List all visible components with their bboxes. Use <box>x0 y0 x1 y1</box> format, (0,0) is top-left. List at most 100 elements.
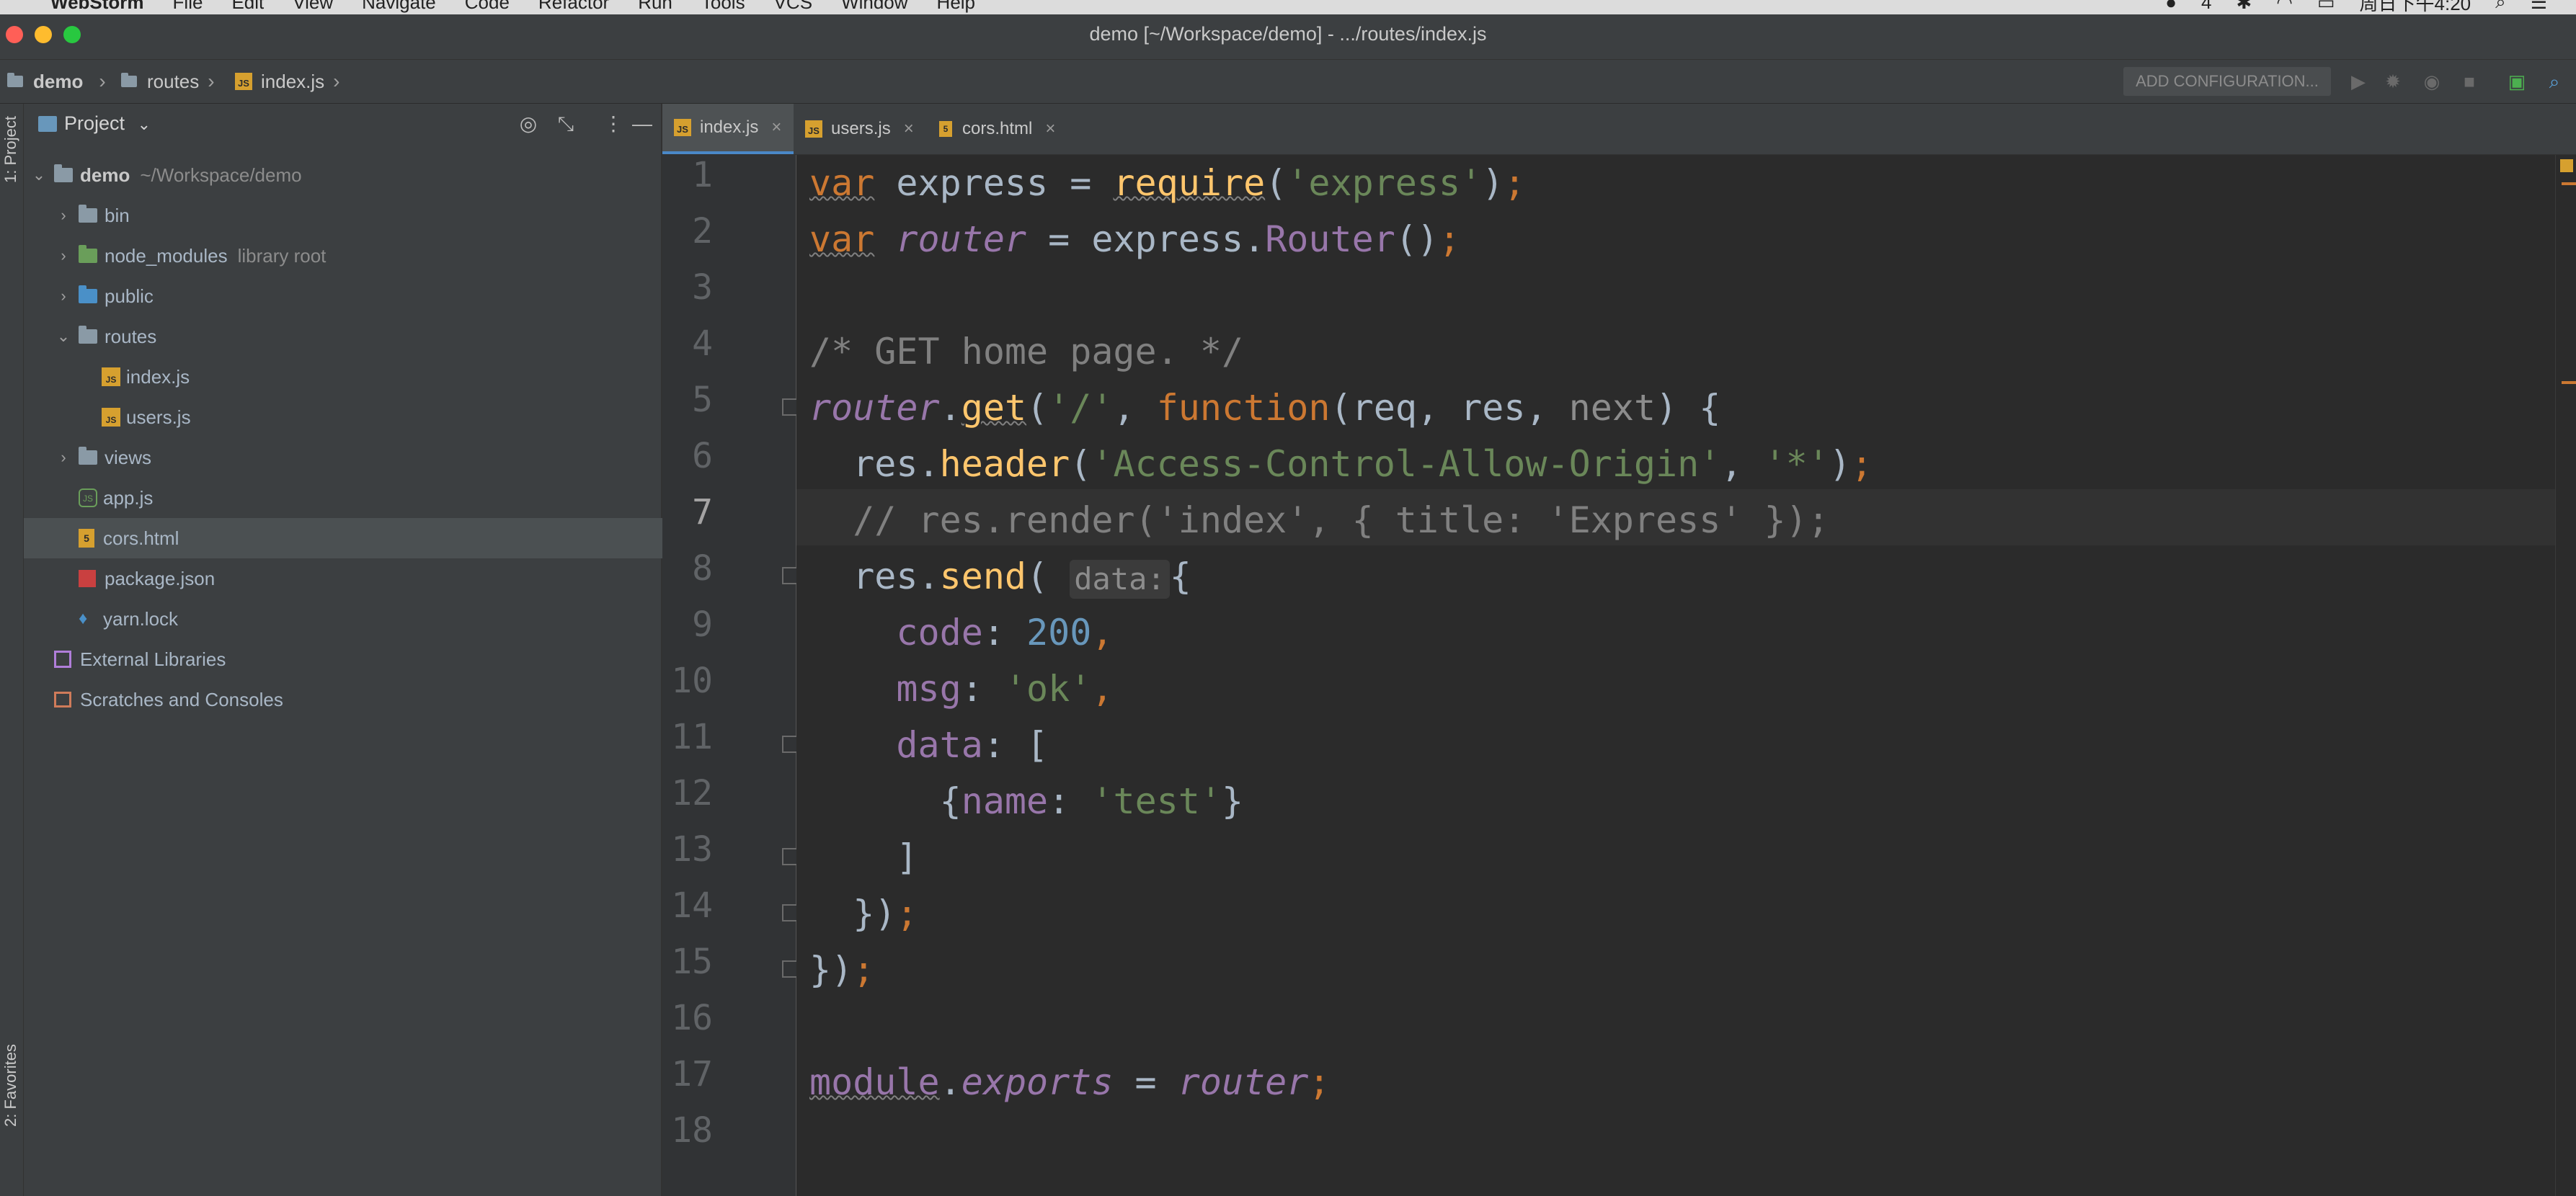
tree-item-cors-html[interactable]: 5 cors.html <box>24 518 716 558</box>
menu-edit[interactable]: Edit <box>231 0 264 14</box>
breadcrumb-demo[interactable]: demo › <box>7 60 106 103</box>
menu-navigate[interactable]: Navigate <box>362 0 436 14</box>
close-tab-icon[interactable]: × <box>1045 119 1055 139</box>
tree-item-bin[interactable]: › bin <box>24 195 693 236</box>
chevron-down-icon: ⌄ <box>32 166 46 184</box>
coverage-icon[interactable]: ◉ <box>2422 71 2442 92</box>
fold-marker-icon[interactable] <box>782 398 798 416</box>
tree-item-label: cors.html <box>103 527 179 549</box>
penguin-icon[interactable]: ● <box>2165 0 2177 14</box>
bluetooth-icon[interactable]: ✱ <box>2236 0 2252 14</box>
tree-item-label: users.js <box>126 406 191 428</box>
search-everywhere-icon[interactable]: ⌕ <box>2544 71 2564 92</box>
tab-index-js[interactable]: JS index.js × <box>662 104 794 154</box>
collapse-all-icon[interactable]: ⤡ <box>553 111 579 137</box>
folder-icon <box>7 73 23 87</box>
tree-item-label: public <box>105 285 154 307</box>
tree-item-node-modules[interactable]: › node_modules library root <box>24 236 693 276</box>
menu-app-name[interactable]: WebStorm <box>50 0 144 14</box>
tree-item-app-js[interactable]: JS app.js <box>24 478 716 518</box>
menu-file[interactable]: File <box>173 0 203 14</box>
tree-item-users-js[interactable]: JS users.js <box>24 397 739 437</box>
tree-item-index-js[interactable]: JS index.js <box>24 357 739 397</box>
breadcrumb-routes[interactable]: routes › <box>121 60 215 103</box>
menu-view[interactable]: View <box>293 0 333 14</box>
menu-refactor[interactable]: Refactor <box>538 0 609 14</box>
code-line-8: res.send( data:{ <box>809 555 1191 599</box>
breadcrumb-index-js[interactable]: JS index.js › <box>235 60 339 103</box>
line-number: 4 <box>692 323 713 364</box>
menu-code[interactable]: Code <box>465 0 510 14</box>
status-count[interactable]: 4 <box>2201 0 2211 14</box>
menu-list-icon[interactable]: ☰ <box>2531 0 2547 14</box>
clock[interactable]: 周日下午4:20 <box>2360 0 2471 14</box>
add-configuration-button[interactable]: ADD CONFIGURATION... <box>2123 67 2331 96</box>
menu-run[interactable]: Run <box>638 0 672 14</box>
search-icon[interactable]: ⌕ <box>2495 0 2506 14</box>
tree-item-yarn-lock[interactable]: ♦ yarn.lock <box>24 599 716 639</box>
editor-gutter: 1 2 3 4 5 6 7 8 9 10 11 12 13 14 15 16 1… <box>662 155 798 1196</box>
code-line-10: msg: 'ok', <box>896 668 1114 710</box>
tree-item-routes[interactable]: ⌄ routes <box>24 316 693 357</box>
fold-marker-icon[interactable] <box>782 736 798 753</box>
tab-label: cors.html <box>962 119 1033 138</box>
tree-item-label: demo <box>80 164 130 186</box>
menu-tools[interactable]: Tools <box>701 0 745 14</box>
tree-item-public[interactable]: › public <box>24 276 693 316</box>
tree-item-external-libraries[interactable]: External Libraries <box>24 639 691 679</box>
tab-cors-html[interactable]: 5 cors.html × <box>928 104 1072 154</box>
editor-tabs-bar: JS index.js × JS users.js × 5 cors.html … <box>662 104 2576 155</box>
fold-marker-icon[interactable] <box>782 848 798 865</box>
fold-marker-icon[interactable] <box>782 904 798 921</box>
code-line-14: }); <box>809 893 918 934</box>
project-view-icon <box>38 116 57 132</box>
code-line-2: var router = express.Router(); <box>809 218 1461 260</box>
tree-item-scratches[interactable]: Scratches and Consoles <box>24 679 691 720</box>
tree-item-package-json[interactable]: package.json <box>24 558 716 599</box>
terminal-icon[interactable]: ▣ <box>2507 71 2527 92</box>
close-tab-icon[interactable]: × <box>771 117 781 138</box>
tree-item-demo[interactable]: ⌄ demo ~/Workspace/demo <box>24 155 668 195</box>
nodejs-file-icon: JS <box>79 488 97 507</box>
code-line-12: {name: 'test'} <box>809 780 1244 822</box>
wifi-icon[interactable]: ◠ <box>2276 0 2293 14</box>
tree-item-label: routes <box>105 325 157 347</box>
tab-users-js[interactable]: JS users.js × <box>794 104 928 154</box>
more-options-icon[interactable]: ⋮ <box>600 111 626 137</box>
battery-icon[interactable]: ▭ <box>2317 0 2335 14</box>
project-tool-tab[interactable]: 1: Project <box>1 116 20 183</box>
line-number: 8 <box>692 548 713 589</box>
menu-vcs[interactable]: VCS <box>774 0 812 14</box>
warning-indicator-icon[interactable] <box>2560 159 2573 172</box>
warning-marker[interactable] <box>2562 381 2576 384</box>
debug-icon[interactable]: ✹ <box>2383 71 2403 92</box>
tree-item-label: node_modules <box>105 244 228 267</box>
tree-item-label: Scratches and Consoles <box>80 688 283 710</box>
error-stripe-scrollbar[interactable] <box>2555 155 2576 1196</box>
project-view-selector[interactable]: Project ⌄ <box>64 112 151 135</box>
tab-label: index.js <box>700 117 759 137</box>
menu-window[interactable]: Window <box>841 0 907 14</box>
code-editor[interactable]: var express = require('express'); var ro… <box>796 155 2555 1196</box>
folder-icon <box>121 73 137 87</box>
close-tab-icon[interactable]: × <box>904 119 914 139</box>
line-number: 17 <box>671 1054 713 1094</box>
code-line-1: var express = require('express'); <box>809 162 1526 204</box>
fold-marker-icon[interactable] <box>782 567 798 584</box>
code-line-13: ] <box>809 836 918 878</box>
line-number-current: 7 <box>692 492 713 532</box>
locate-target-icon[interactable]: ◎ <box>515 111 541 137</box>
tree-item-label: yarn.lock <box>103 607 179 630</box>
stop-icon[interactable]: ■ <box>2459 71 2479 92</box>
tree-item-views[interactable]: › views <box>24 437 693 478</box>
project-panel-header: Project ⌄ ◎ ⤡ ⋮ — <box>24 104 661 144</box>
line-number: 15 <box>671 942 713 982</box>
hide-panel-icon[interactable]: — <box>629 111 655 137</box>
code-line-6: res.header('Access-Control-Allow-Origin'… <box>809 443 1873 485</box>
favorites-tool-tab[interactable]: 2: Favorites <box>1 1044 20 1127</box>
menu-help[interactable]: Help <box>937 0 975 14</box>
warning-marker[interactable] <box>2562 182 2576 185</box>
run-icon[interactable]: ▶ <box>2348 71 2368 92</box>
fold-marker-icon[interactable] <box>782 960 798 978</box>
tree-item-label: app.js <box>103 486 154 509</box>
